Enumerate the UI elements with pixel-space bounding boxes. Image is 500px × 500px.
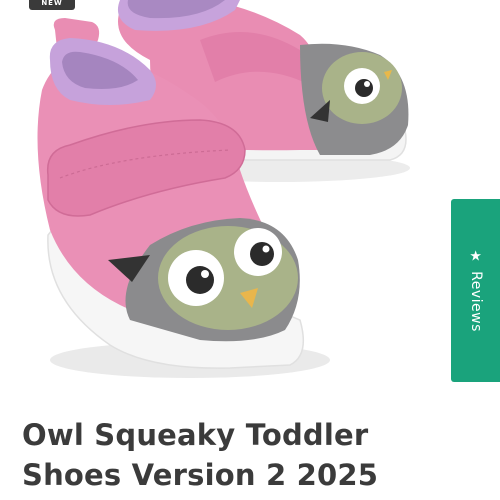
reviews-tab-label: Reviews: [467, 270, 484, 332]
owl-shoes-illustration: [37, 0, 410, 378]
reviews-tab-button[interactable]: ★ Reviews: [451, 199, 500, 382]
product-image[interactable]: [0, 0, 500, 392]
star-icon: ★: [468, 248, 483, 265]
product-title: Owl Squeaky Toddler Shoes Version 2 2025: [22, 418, 379, 492]
new-badge: NEW: [29, 0, 75, 10]
